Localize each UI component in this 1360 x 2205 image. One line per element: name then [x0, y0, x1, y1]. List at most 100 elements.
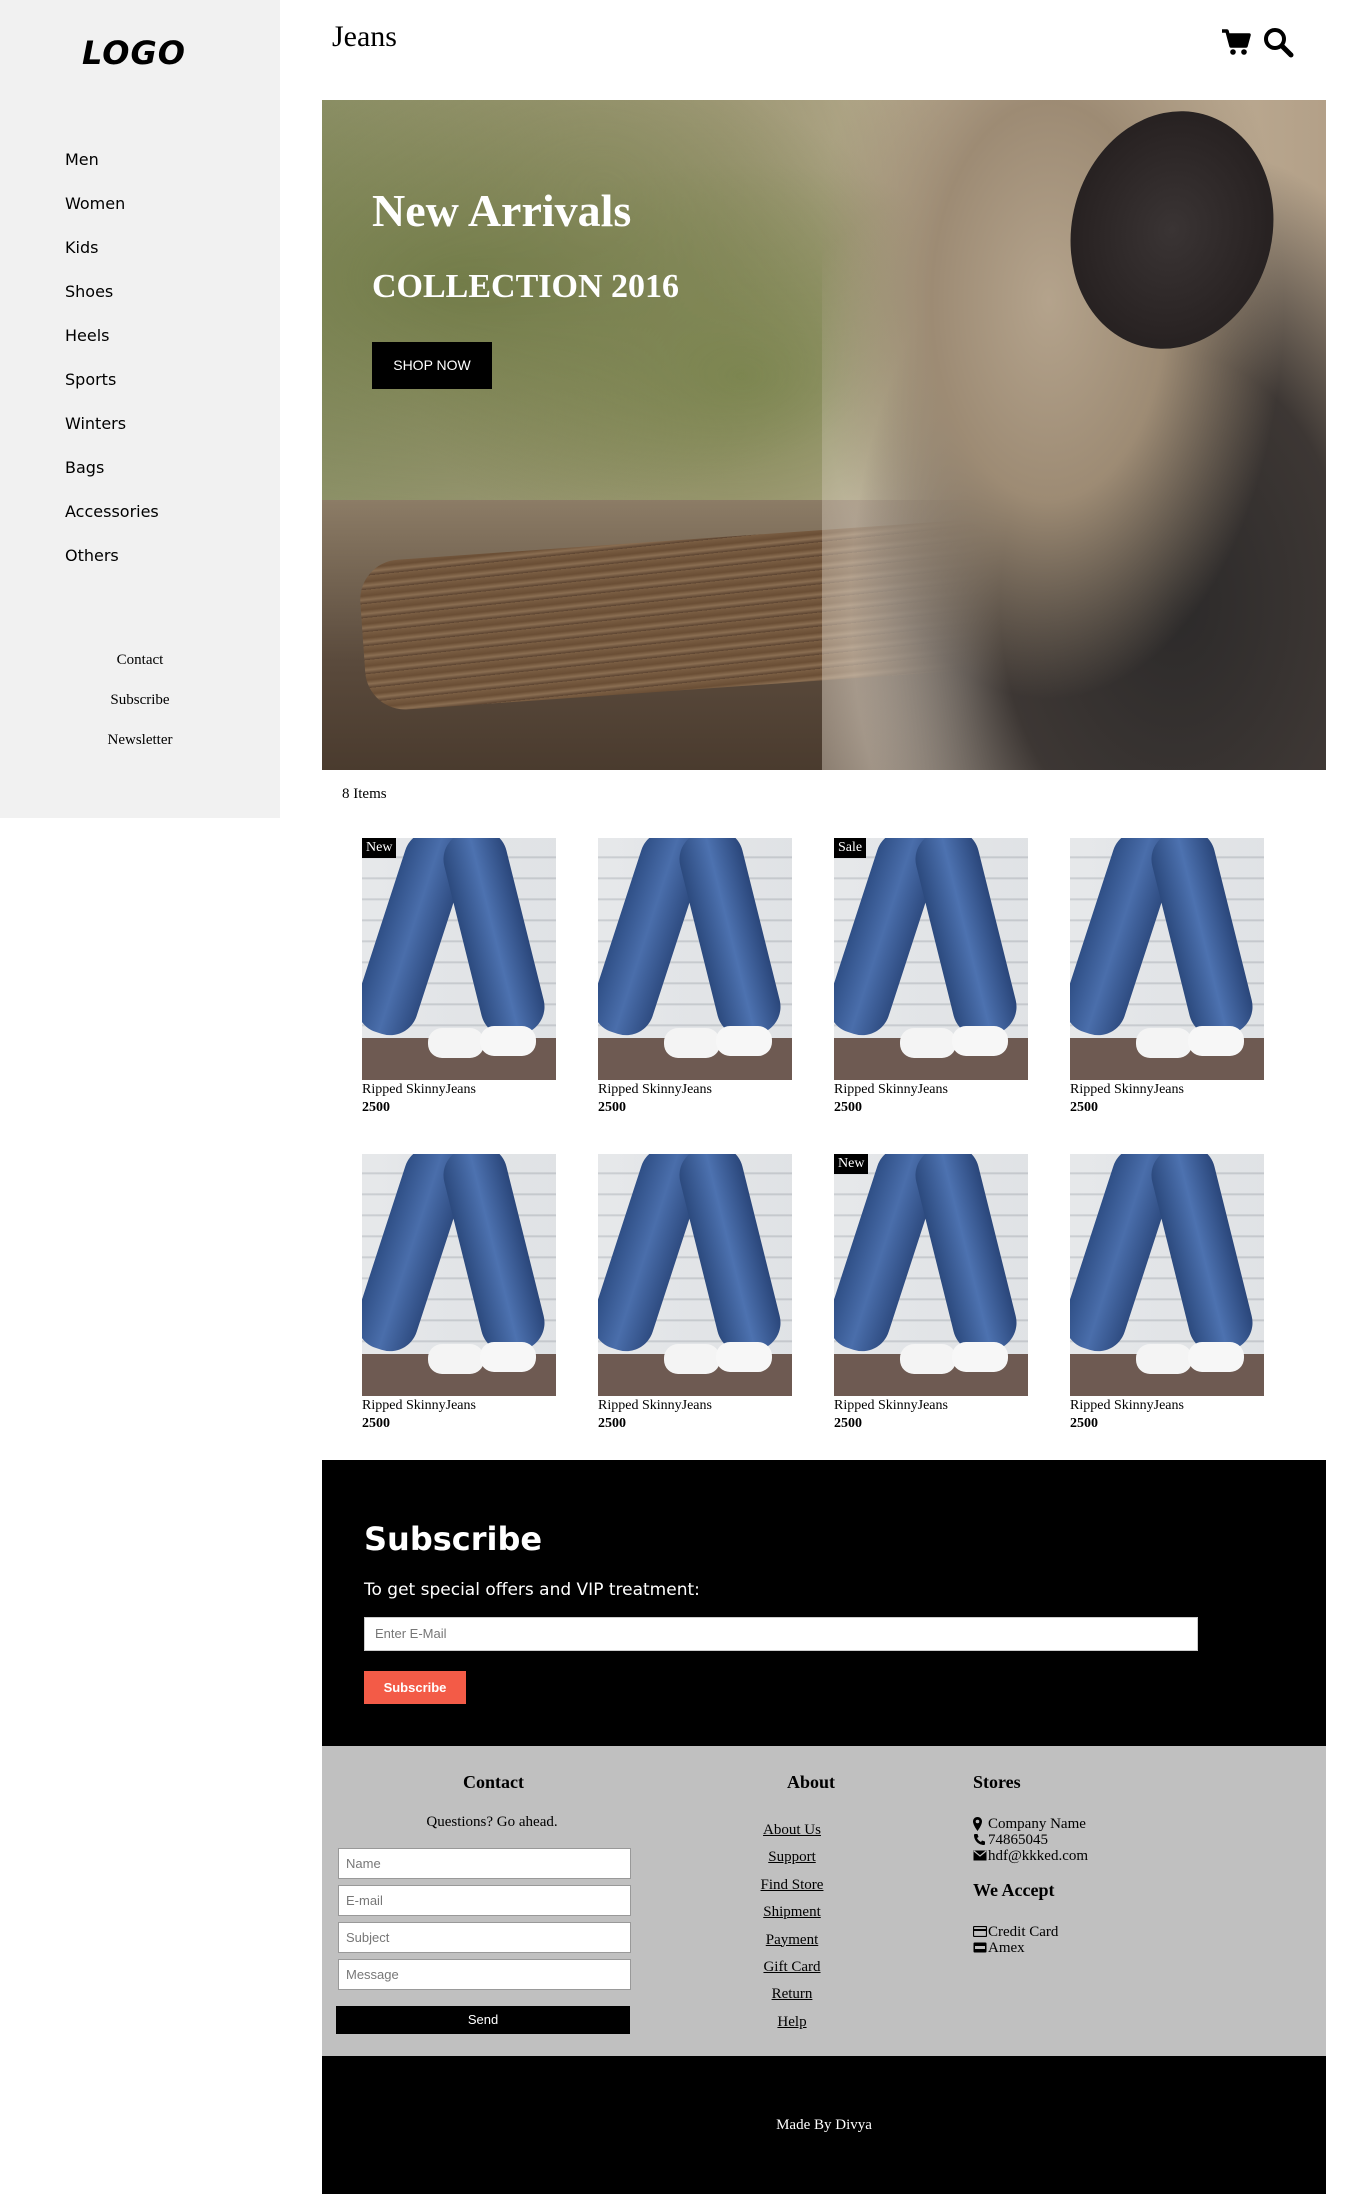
payment-credit-card: Credit Card	[972, 1924, 1059, 1940]
contact-heading: Contact	[463, 1772, 524, 1792]
sidebar: LOGO Men Women Kids Shoes Heels Sports W…	[0, 0, 280, 818]
store-email: hdf@kkked.com	[973, 1848, 1088, 1864]
store-company-name: Company Name	[988, 1816, 1086, 1832]
about-link-shipment[interactable]: Shipment	[712, 1902, 872, 1929]
product-price: 2500	[362, 1416, 390, 1431]
product-image[interactable]	[834, 838, 1028, 1080]
product-price: 2500	[598, 1100, 626, 1115]
subscribe-title: Subscribe	[364, 1520, 543, 1558]
page-title: Jeans	[332, 20, 397, 53]
sidebar-item-winters[interactable]: Winters	[65, 414, 159, 458]
shop-now-button[interactable]: SHOP NOW	[372, 342, 492, 389]
product-price: 2500	[834, 1416, 862, 1431]
about-link-help[interactable]: Help	[712, 2012, 872, 2039]
subscribe-email-input[interactable]: Enter E-Mail	[364, 1617, 1198, 1651]
credit-card-icon	[972, 1925, 988, 1939]
store-email-address: hdf@kkked.com	[988, 1848, 1089, 1864]
product-image[interactable]	[834, 1154, 1028, 1396]
product-name[interactable]: Ripped SkinnyJeans	[598, 1082, 712, 1098]
about-link-support[interactable]: Support	[712, 1847, 872, 1874]
product-image[interactable]	[1070, 838, 1264, 1080]
product-badge: Sale	[834, 838, 867, 858]
product-card[interactable]: New Ripped SkinnyJeans 2500	[362, 838, 556, 1128]
amex-card-icon	[973, 1941, 987, 1955]
bottom-bar: Made By Divya	[322, 2056, 1326, 2194]
store-phone: 74865045	[973, 1832, 1048, 1848]
product-card[interactable]: Ripped SkinnyJeans 2500	[1070, 1154, 1264, 1444]
sidebar-item-sports[interactable]: Sports	[65, 370, 159, 414]
sidebar-item-others[interactable]: Others	[65, 546, 159, 590]
cart-icon[interactable]	[1220, 26, 1252, 58]
logo[interactable]: LOGO	[82, 34, 186, 72]
product-name[interactable]: Ripped SkinnyJeans	[1070, 1398, 1184, 1414]
contact-email-field[interactable]: E-mail	[338, 1885, 631, 1916]
phone-icon	[973, 1833, 987, 1847]
contact-message-field[interactable]: Message	[338, 1959, 631, 1990]
stores-heading: Stores	[973, 1772, 1021, 1792]
product-price: 2500	[598, 1416, 626, 1431]
product-badge: New	[362, 838, 397, 858]
about-link-return[interactable]: Return	[712, 1984, 872, 2011]
sidebar-item-bags[interactable]: Bags	[65, 458, 159, 502]
contact-subject-field[interactable]: Subject	[338, 1922, 631, 1953]
product-image[interactable]	[598, 1154, 792, 1396]
about-link-payment[interactable]: Payment	[712, 1930, 872, 1957]
hero-subtitle: COLLECTION 2016	[372, 268, 679, 305]
about-link-about-us[interactable]: About Us	[712, 1820, 872, 1847]
send-button[interactable]: Send	[336, 2006, 630, 2034]
store-company: Company Name	[973, 1816, 1086, 1832]
product-card[interactable]: Ripped SkinnyJeans 2500	[598, 838, 792, 1128]
subscribe-text: To get special offers and VIP treatment:	[364, 1580, 700, 1600]
we-accept-heading: We Accept	[973, 1880, 1055, 1900]
about-heading: About	[787, 1772, 836, 1792]
product-card[interactable]: Ripped SkinnyJeans 2500	[598, 1154, 792, 1444]
sidebar-item-accessories[interactable]: Accessories	[65, 502, 159, 546]
product-image[interactable]	[598, 838, 792, 1080]
sidebar-item-heels[interactable]: Heels	[65, 326, 159, 370]
sidebar-nav: Men Women Kids Shoes Heels Sports Winter…	[65, 150, 159, 590]
product-card[interactable]: Ripped SkinnyJeans 2500	[1070, 838, 1264, 1128]
payment-method-label: Amex	[988, 1940, 1025, 1956]
contact-name-field[interactable]: Name	[338, 1848, 631, 1879]
hero-title: New Arrivals	[372, 185, 632, 236]
product-name[interactable]: Ripped SkinnyJeans	[362, 1082, 476, 1098]
footer: Contact Questions? Go ahead. Name E-mail…	[322, 1746, 1326, 2056]
search-icon[interactable]	[1262, 26, 1294, 58]
product-name[interactable]: Ripped SkinnyJeans	[598, 1398, 712, 1414]
subscribe-section: Subscribe To get special offers and VIP …	[322, 1460, 1326, 1746]
sidebar-link-contact[interactable]: Contact	[0, 648, 280, 688]
product-card[interactable]: Sale Ripped SkinnyJeans 2500	[834, 838, 1028, 1128]
sidebar-links: Contact Subscribe Newsletter	[0, 648, 280, 768]
product-name[interactable]: Ripped SkinnyJeans	[362, 1398, 476, 1414]
store-phone-number: 74865045	[988, 1832, 1048, 1848]
about-link-find-store[interactable]: Find Store	[712, 1875, 872, 1902]
product-badge: New	[834, 1154, 869, 1174]
sidebar-item-kids[interactable]: Kids	[65, 238, 159, 282]
sidebar-link-subscribe[interactable]: Subscribe	[0, 688, 280, 728]
about-link-gift-card[interactable]: Gift Card	[712, 1957, 872, 1984]
items-count: 8 Items	[342, 786, 387, 802]
product-card[interactable]: New Ripped SkinnyJeans 2500	[834, 1154, 1028, 1444]
header-icons	[1220, 26, 1294, 58]
sidebar-item-men[interactable]: Men	[65, 150, 159, 194]
product-image[interactable]	[1070, 1154, 1264, 1396]
sidebar-item-shoes[interactable]: Shoes	[65, 282, 159, 326]
product-price: 2500	[1070, 1416, 1098, 1431]
product-image[interactable]	[362, 1154, 556, 1396]
product-price: 2500	[362, 1100, 390, 1115]
payment-amex: Amex	[973, 1940, 1025, 1956]
sidebar-item-women[interactable]: Women	[65, 194, 159, 238]
product-name[interactable]: Ripped SkinnyJeans	[1070, 1082, 1184, 1098]
sidebar-link-newsletter[interactable]: Newsletter	[0, 728, 280, 768]
product-price: 2500	[834, 1100, 862, 1115]
made-by-text: Made By Divya	[776, 2117, 872, 2133]
product-name[interactable]: Ripped SkinnyJeans	[834, 1082, 948, 1098]
subscribe-button[interactable]: Subscribe	[364, 1671, 466, 1704]
payment-method-label: Credit Card	[988, 1924, 1059, 1940]
product-image[interactable]	[362, 838, 556, 1080]
product-price: 2500	[1070, 1100, 1098, 1115]
contact-tagline: Questions? Go ahead.	[426, 1814, 558, 1830]
product-card[interactable]: Ripped SkinnyJeans 2500	[362, 1154, 556, 1444]
product-name[interactable]: Ripped SkinnyJeans	[834, 1398, 948, 1414]
about-links: About Us Support Find Store Shipment Pay…	[712, 1820, 872, 2039]
